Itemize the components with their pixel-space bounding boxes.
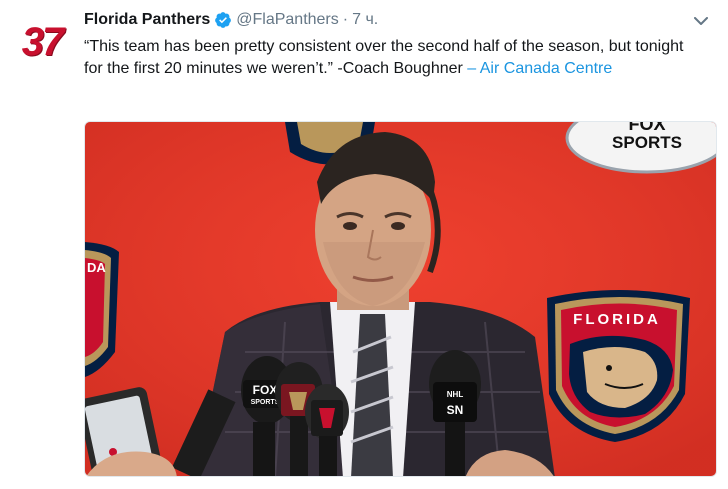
mic-nhl-text: NHL [447,390,464,399]
display-name[interactable]: Florida Panthers [84,11,210,29]
mic-sn-text: SN [447,403,464,417]
tweet-header: Florida Panthers @FlaPanthers · 7 ч. [84,9,378,31]
verified-badge-icon [214,11,232,29]
avatar[interactable]: 37 [14,14,70,70]
florida-logo-text: FLORIDA [573,311,661,328]
separator-dot: · [342,11,349,28]
chevron-down-icon[interactable] [690,10,712,32]
timestamp[interactable]: 7 ч. [352,11,378,29]
press-conference-photo: FOX SPORTS DA FLORIDA FOX SPORTS NHL SN [85,122,716,476]
sports-logo-text: SPORTS [612,133,682,152]
location-link[interactable]: – Air Canada Centre [467,60,612,77]
tweet-text: “This team has been pretty consistent ov… [84,36,704,80]
avatar-number: 37 [21,19,64,64]
handle[interactable]: @FlaPanthers [236,11,339,29]
tweet-media-photo[interactable]: FOX SPORTS DA FLORIDA FOX SPORTS NHL SN [84,121,717,477]
partial-logo-text: DA [87,260,106,275]
tweet[interactable]: 37 Florida Panthers @FlaPanthers · 7 ч. … [0,0,728,489]
mic-fox-sub-text: SPORTS [251,399,280,406]
mic-fox-text: FOX [253,383,278,397]
